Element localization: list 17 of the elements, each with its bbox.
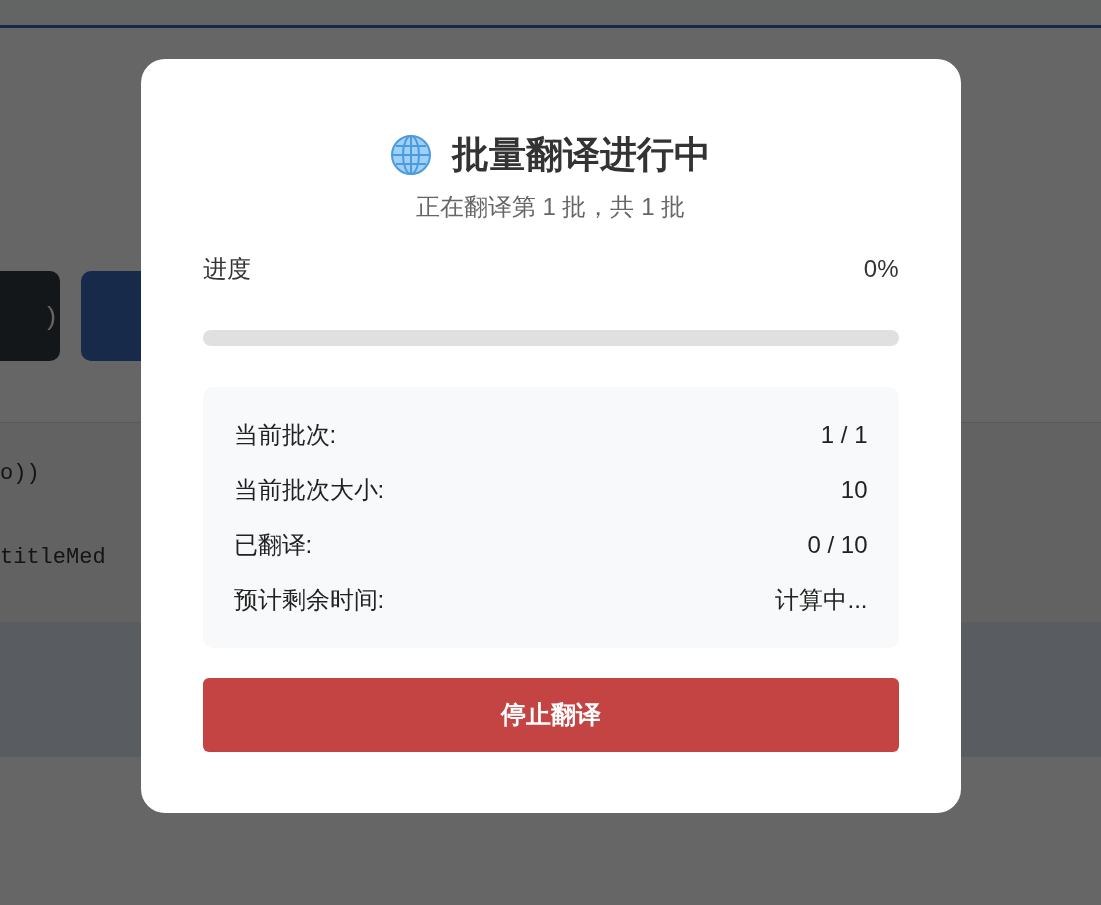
stat-label: 已翻译: — [233, 530, 313, 560]
code-line: o)) — [0, 461, 40, 487]
progress-percent: 0% — [863, 254, 899, 284]
stat-value: 1 / 1 — [820, 420, 868, 450]
stat-value: 计算中... — [775, 585, 868, 615]
stop-button[interactable]: 停止翻译 — [202, 678, 899, 752]
button[interactable]: ) — [0, 271, 60, 361]
code-line: titleMed — [0, 545, 106, 571]
stat-label: 预计剩余时间: — [233, 585, 385, 615]
stat-label: 当前批次大小: — [233, 475, 385, 505]
progress-label: 进度 — [202, 254, 251, 284]
stat-value: 10 — [840, 475, 868, 505]
globe-icon — [390, 134, 432, 176]
stat-label: 当前批次: — [233, 420, 337, 450]
stat-value: 0 / 10 — [807, 530, 868, 560]
dialog-title: 批量翻译进行中 — [452, 133, 711, 177]
dialog-subtitle: 正在翻译第 1 批，共 1 批 — [414, 192, 687, 222]
